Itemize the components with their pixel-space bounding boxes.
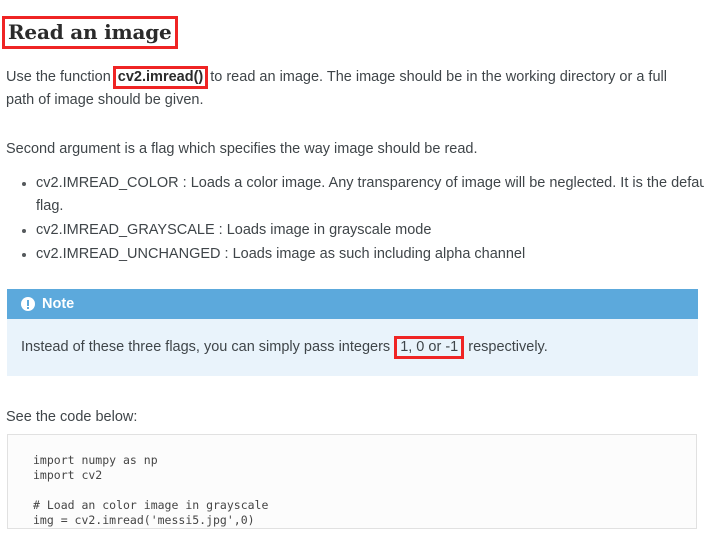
highlight-flag-integers: 1, 0 or -1 [394,336,465,359]
list-item: cv2.IMREAD_UNCHANGED : Loads image as su… [22,243,704,266]
imread-flags-list: cv2.IMREAD_COLOR : Loads a color image. … [6,172,704,267]
page-title-wrapper: Read an image [2,3,178,63]
code-block-text: import numpy as np import cv2 # Load an … [33,453,269,527]
code-block[interactable]: import numpy as np import cv2 # Load an … [7,434,697,529]
intro-text-before: Use the function [6,68,111,85]
documentation-page: Read an image Use the function cv2.imread… [0,0,704,538]
exclamation-circle-icon [21,297,35,311]
note-body: Instead of these three flags, you can si… [7,319,698,376]
see-code-paragraph: See the code below: [6,408,138,425]
highlight-cv2-imread: cv2.imread() [112,65,209,89]
list-item: cv2.IMREAD_GRAYSCALE : Loads image in gr… [22,219,704,242]
note-admonition: Note Instead of these three flags, you c… [7,289,698,376]
list-item: cv2.IMREAD_COLOR : Loads a color image. … [22,172,704,218]
note-title: Note [42,296,75,312]
intro-paragraph: Use the function cv2.imread() to read an i… [6,65,694,112]
note-header: Note [7,289,698,319]
note-text-after: respectively. [468,339,548,355]
page-title: Read an image [2,16,178,50]
second-argument-paragraph: Second argument is a flag which specifie… [6,140,478,157]
note-text-before: Instead of these three flags, you can si… [21,339,391,355]
